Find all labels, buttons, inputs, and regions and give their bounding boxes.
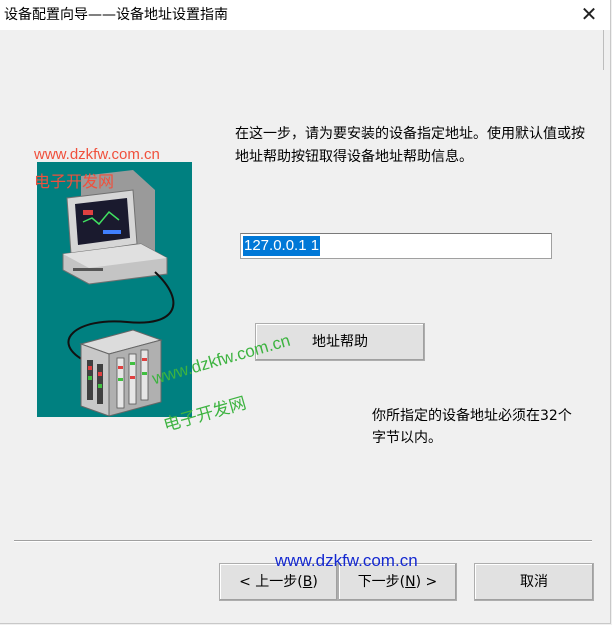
next-suffix: ) > [415,574,438,590]
title-bar: 设备配置向导——设备地址设置指南 ✕ [0,0,610,30]
back-key: B [302,574,313,590]
footer-separator [14,540,592,542]
watermark-url-blue: www.dzkfw.com.cn [275,551,418,570]
next-label: 下一步( [357,574,406,590]
back-suffix: ) [312,574,318,590]
window-title: 设备配置向导——设备地址设置指南 [4,7,228,23]
window-edge [603,30,611,70]
watermark-url-red: www.dzkfw.com.cn [34,146,160,163]
address-length-note: 你所指定的设备地址必须在32个字节以内。 [372,408,572,446]
network-device-icon [79,329,163,417]
back-label: < 上一步( [239,574,303,590]
device-address-input[interactable]: 127.0.0.1 1 [240,233,552,259]
wizard-dialog: 设备配置向导——设备地址设置指南 ✕ 在这一步，请为要安装的设备指定地址。使用默… [0,0,611,624]
watermark-name-red: 电子开发网 [34,174,115,191]
cancel-button[interactable]: 取消 [474,563,594,601]
close-icon[interactable]: ✕ [572,2,606,26]
instruction-text: 在这一步，请为要安装的设备指定地址。使用默认值或按地址帮助按钮取得设备地址帮助信… [235,126,585,165]
address-value: 127.0.0.1 1 [243,236,321,256]
next-key: N [405,574,416,590]
